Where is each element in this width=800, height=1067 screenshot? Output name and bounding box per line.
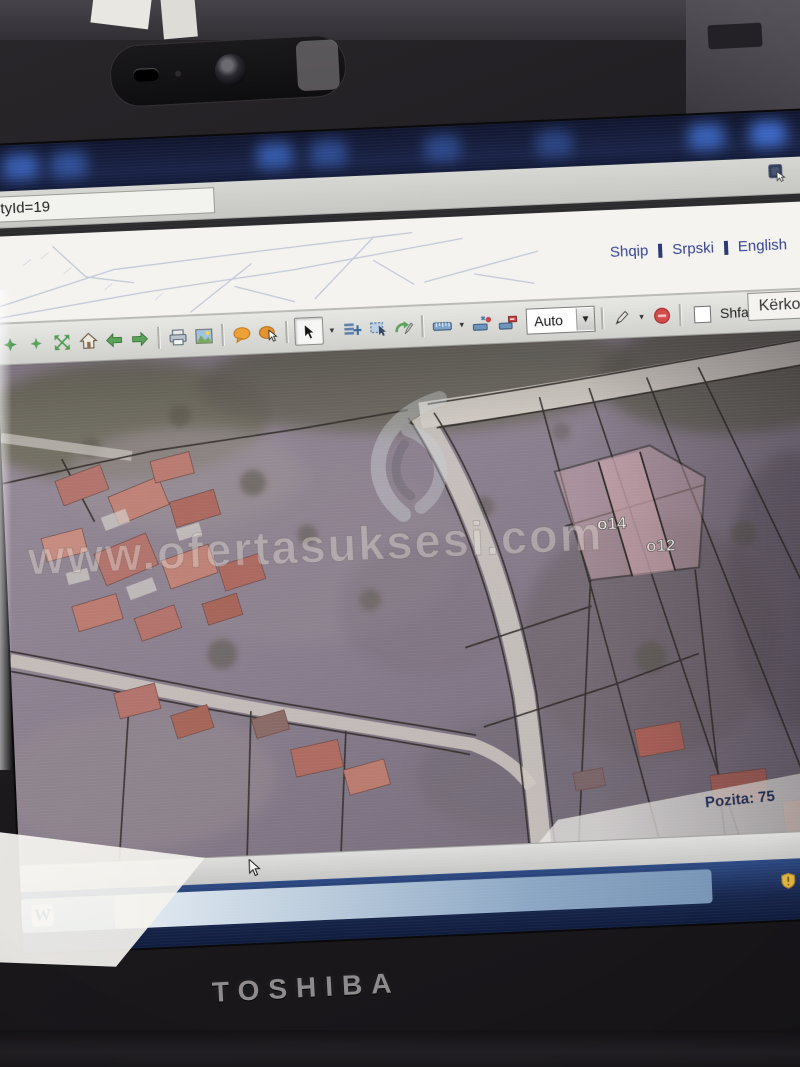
- parcel-label: o12: [646, 535, 676, 555]
- webcam-led: [175, 70, 181, 76]
- word-icon: W: [31, 904, 54, 927]
- toolbar-separator: [157, 327, 161, 349]
- satellite-map: www.ofertasuksesi.com o14 o12 Pozita: 75: [0, 330, 800, 866]
- back-arrow-icon: [104, 332, 124, 348]
- laptop-screen: lityId=19: [0, 110, 800, 953]
- language-switcher: Shqip Srpski English: [610, 236, 788, 261]
- webcam-lens-icon: [214, 53, 248, 87]
- measure-ruler-button[interactable]: [430, 313, 454, 337]
- toshiba-logo: TOSHIBA: [211, 967, 401, 1009]
- pointer-icon: [301, 322, 317, 340]
- toolbar-separator: [679, 304, 683, 326]
- page-tool-icon[interactable]: [768, 163, 788, 183]
- print-button[interactable]: [166, 325, 190, 349]
- webcam-cover-tab: [296, 39, 341, 91]
- tab-blob[interactable]: [256, 142, 293, 170]
- identify-button[interactable]: [340, 317, 364, 341]
- pointer-menu-button[interactable]: ▾: [326, 319, 338, 341]
- wall-background: [686, 0, 800, 120]
- pencil-menu-button[interactable]: ▾: [636, 305, 648, 327]
- toolbar-separator: [601, 307, 605, 329]
- toolbar-separator: [221, 324, 225, 346]
- microphone-slot: [133, 68, 160, 82]
- tab-blob[interactable]: [310, 139, 347, 167]
- full-extent-button[interactable]: [50, 330, 74, 354]
- language-link-srpski[interactable]: Srpski: [672, 239, 714, 258]
- forward-button[interactable]: [128, 327, 152, 351]
- scale-select[interactable]: Auto ▼: [526, 306, 596, 335]
- edit-redo-button[interactable]: [392, 315, 416, 339]
- language-separator: [658, 243, 663, 257]
- home-icon: [79, 331, 98, 350]
- zoom-out-icon: [29, 336, 43, 350]
- toolbar-separator: [285, 321, 289, 343]
- security-shield-icon[interactable]: [779, 871, 797, 890]
- comment-select-button[interactable]: [256, 321, 280, 345]
- tab-blob[interactable]: [2, 153, 39, 181]
- parcel-label: o14: [597, 513, 628, 533]
- tab-blob[interactable]: [50, 151, 87, 179]
- tab-blob[interactable]: [688, 123, 725, 151]
- tips-checkbox[interactable]: [694, 305, 712, 323]
- tab-blob[interactable]: [750, 120, 787, 148]
- comment-button[interactable]: [230, 322, 254, 346]
- measure-area-icon: [497, 314, 518, 332]
- language-link-shqip[interactable]: Shqip: [610, 242, 649, 261]
- back-button[interactable]: [102, 328, 126, 352]
- stop-icon: [652, 306, 671, 325]
- identify-icon: [343, 321, 362, 338]
- stop-button[interactable]: [650, 304, 674, 328]
- address-field[interactable]: lityId=19: [0, 187, 215, 223]
- measure-menu-button[interactable]: ▾: [456, 313, 468, 335]
- export-image-button[interactable]: [192, 324, 216, 348]
- export-image-icon: [194, 327, 214, 345]
- home-button[interactable]: [76, 329, 100, 353]
- taskbar-word-button[interactable]: W: [21, 895, 120, 933]
- system-tray: [779, 868, 800, 891]
- edit-redo-icon: [394, 318, 414, 336]
- chevron-down-icon: ▼: [576, 308, 595, 331]
- search-input[interactable]: [747, 287, 800, 321]
- pointer-button-active[interactable]: [294, 317, 324, 346]
- map-canvas[interactable]: www.ofertasuksesi.com o14 o12 Pozita: 75: [0, 330, 800, 866]
- zoom-in-button[interactable]: [0, 332, 22, 356]
- language-link-english[interactable]: English: [738, 236, 788, 255]
- select-features-icon: [368, 320, 387, 337]
- toolbar-separator: [421, 315, 425, 337]
- background-object: [707, 23, 762, 50]
- forward-arrow-icon: [130, 331, 150, 347]
- print-icon: [168, 328, 188, 346]
- laptop-webcam-module: [109, 34, 348, 108]
- mouse-cursor-icon: [247, 859, 262, 878]
- draw-pencil-icon: [612, 308, 631, 327]
- comment-balloon-icon: [232, 325, 252, 343]
- measure-position-button[interactable]: [470, 312, 494, 336]
- tab-blob[interactable]: [424, 134, 461, 162]
- full-extent-icon: [53, 333, 71, 351]
- measure-position-icon: [471, 315, 492, 333]
- paper-scrap: [160, 0, 198, 39]
- tab-blob[interactable]: [536, 130, 573, 158]
- measure-ruler-icon: [431, 317, 452, 333]
- zoom-in-icon: [2, 336, 18, 352]
- zoom-out-button[interactable]: [24, 331, 48, 355]
- laptop-hinge: [0, 1030, 800, 1067]
- select-features-button[interactable]: [366, 316, 390, 340]
- scale-select-value: Auto: [527, 312, 577, 330]
- measure-area-button[interactable]: [496, 311, 520, 335]
- draw-pencil-button[interactable]: [610, 306, 634, 330]
- language-separator: [724, 240, 729, 254]
- comment-select-icon: [258, 324, 278, 342]
